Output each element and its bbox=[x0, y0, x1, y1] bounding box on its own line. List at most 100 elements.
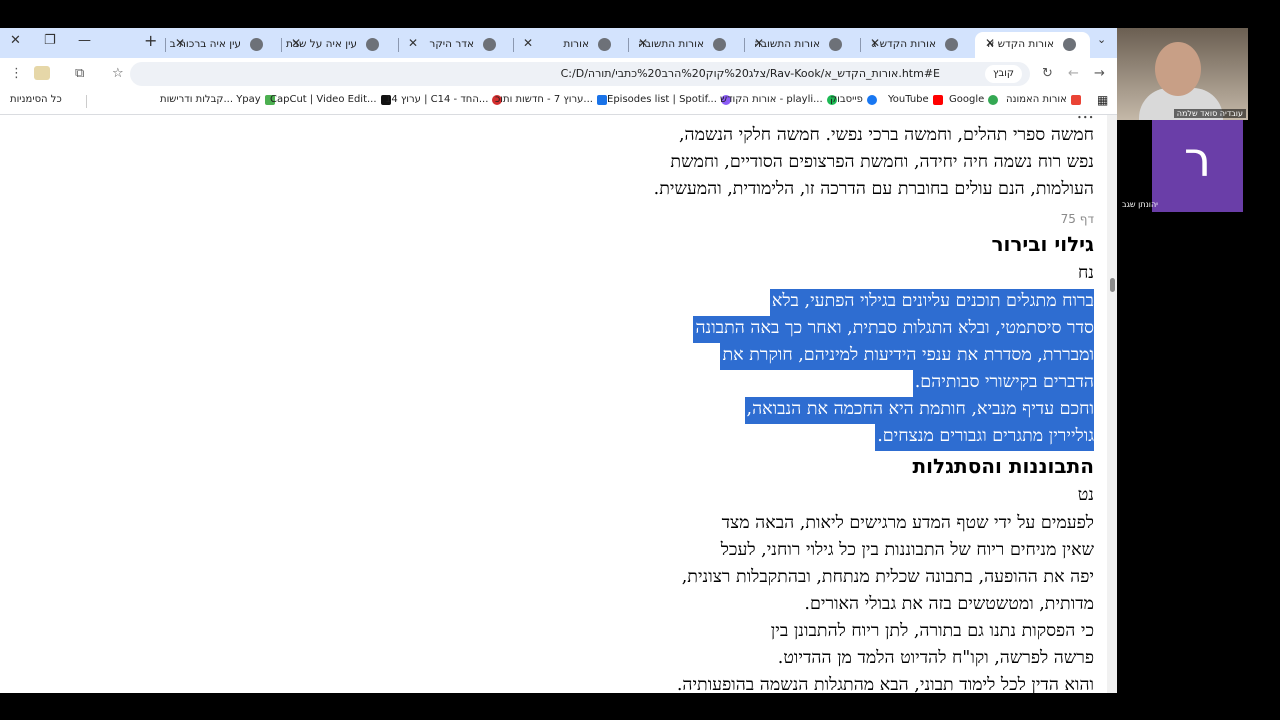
bookmark-item[interactable]: YouTube bbox=[888, 94, 943, 105]
all-bookmarks[interactable]: כל הסימניות bbox=[10, 94, 62, 105]
text-line: והוא הדין לכל לימוד תבוני, הבא מהתגלות ה… bbox=[676, 675, 1094, 693]
bookmark-label: ערוץ 14 | C14 - החד... bbox=[385, 94, 489, 105]
text-line: מדותית, ומטשטשים בזה את גבולי האורים. bbox=[804, 594, 1094, 614]
tab-4[interactable]: ✕ אורות הקדש ג bbox=[860, 32, 972, 58]
url-text: C:/D/צלג%20קוק%20הרב%20כתבי/תורה/Rav-Koo… bbox=[560, 67, 940, 80]
screen: ✕ ❐ — + ⌄ ✕ עין איה ברכות ב ✕ עין איה על… bbox=[0, 28, 1280, 693]
tab-4[interactable]: ✕ אורות התשובה bbox=[628, 32, 740, 58]
participant-avatar-tile[interactable]: ר bbox=[1152, 120, 1243, 212]
tab-search-icon[interactable]: ⌄ bbox=[1097, 33, 1106, 46]
tab-title: אדר היקר bbox=[429, 38, 474, 50]
restore-window-icon[interactable]: ❐ bbox=[44, 33, 56, 48]
tab-title: עין איה ברכות ב bbox=[169, 38, 241, 50]
globe-icon bbox=[945, 38, 958, 51]
text-line: חמשה ספרי תהלים, וחמשה ברכי נפשי. חמשה ח… bbox=[678, 125, 1094, 145]
extensions-icon[interactable]: ⧉ bbox=[75, 66, 84, 81]
bookmark-label: פייסבוק bbox=[830, 94, 863, 105]
text-line: שאין מניחים ריוח של התבוננות בין כל גילו… bbox=[720, 540, 1094, 560]
bookmark-item[interactable]: פייסבוק bbox=[830, 94, 877, 105]
page-marker: דף 75 bbox=[1060, 212, 1094, 226]
bookmark-label: Episodes list | Spotif... bbox=[607, 94, 717, 105]
bookmark-item[interactable]: קבלות ודרישות... Ypay bbox=[160, 94, 275, 105]
menu-icon[interactable]: ⋮ bbox=[10, 66, 23, 81]
avatar-initial: ר bbox=[1183, 132, 1212, 188]
close-window-icon[interactable]: ✕ bbox=[10, 33, 21, 48]
document-page: … חמשה ספרי תהלים, וחמשה ברכי נפשי. חמשה… bbox=[0, 115, 1117, 693]
tab-active[interactable]: ✕ אורות הקדש א bbox=[975, 32, 1090, 58]
tab-4[interactable]: ✕ אורות bbox=[513, 32, 625, 58]
bookmark-item[interactable]: אורות האמונה bbox=[1006, 94, 1081, 105]
minimize-window-icon[interactable]: — bbox=[78, 33, 91, 48]
text-line: העולמות, הנם עולים בחוברת עם הדרכה זו, ה… bbox=[653, 179, 1094, 199]
bookmark-label: אורות האמונה bbox=[1006, 94, 1067, 105]
close-icon[interactable]: ✕ bbox=[523, 36, 533, 50]
bookmark-label: אורות הקודש - playli... bbox=[720, 94, 823, 105]
text-line: נפש רוח נשמה חיה יחידה, וחמשת הפרצופים ה… bbox=[670, 152, 1094, 172]
tab-title: אורות התשובה bbox=[754, 38, 820, 50]
selected-text-line[interactable]: ומבררת, מסדרת את ענפי הידיעות למיניהם, ח… bbox=[720, 343, 1094, 370]
close-icon[interactable]: ✕ bbox=[408, 36, 418, 50]
bookmark-item[interactable]: אורות הקודש - playli... bbox=[720, 94, 837, 105]
selected-text-line[interactable]: וחכם עדיף מנביא, חותמת היא החכמה את הנבו… bbox=[744, 397, 1094, 424]
selected-text-line[interactable]: סדר סיסתמטי, ובלא התגלות סבתית, ואחר כך … bbox=[693, 316, 1094, 343]
text-line: פרשה לפרשה, וקו"ח להדיוט הלמד מן ההדיוט. bbox=[777, 648, 1094, 668]
tab-4[interactable]: ✕ עין איה ברכות ב bbox=[165, 32, 277, 58]
participant-face bbox=[1155, 42, 1201, 96]
tab-title: אורות הקדש ג bbox=[871, 38, 936, 50]
reload-icon[interactable]: ↻ bbox=[1042, 66, 1053, 81]
section-number: נח bbox=[1077, 263, 1094, 283]
gmail-icon bbox=[1070, 94, 1081, 105]
tab-4[interactable]: ✕ אורות התשובה bbox=[744, 32, 856, 58]
selected-text-line[interactable]: גוליירין מתגרים וגבורים מנצחים. bbox=[875, 424, 1094, 451]
participant-video[interactable]: עובדיה סואד שלמה bbox=[1117, 28, 1248, 120]
new-tab-button[interactable]: + bbox=[144, 31, 157, 50]
bookmark-item[interactable]: ערוץ 7 - חדשות ותוכ... bbox=[495, 94, 607, 105]
scrollbar[interactable] bbox=[1107, 115, 1117, 693]
bookmark-item[interactable]: Episodes list | Spotif... bbox=[607, 94, 731, 105]
arutz7-icon bbox=[596, 94, 607, 105]
text-line: יפה את ההופעה, בתבונה שכלית מנתחת, ובהתק… bbox=[681, 567, 1094, 587]
globe-icon bbox=[598, 38, 611, 51]
section-number: נט bbox=[1077, 485, 1094, 505]
globe-icon bbox=[1063, 38, 1076, 51]
bookmark-label: קבלות ודרישות... Ypay bbox=[160, 94, 261, 105]
bookmark-label: YouTube bbox=[888, 94, 929, 105]
text-line: כי הפסקות נתנו גם בתורה, לתן ריוח להתבונ… bbox=[770, 621, 1094, 641]
browser-window: ✕ ❐ — + ⌄ ✕ עין איה ברכות ב ✕ עין איה על… bbox=[0, 28, 1117, 693]
bookmark-item[interactable]: ערוץ 14 | C14 - החד... bbox=[385, 94, 503, 105]
tab-4[interactable]: ✕ אדר היקר bbox=[398, 32, 510, 58]
profile-icon[interactable] bbox=[34, 66, 50, 80]
scroll-thumb[interactable] bbox=[1110, 278, 1115, 292]
tab-4[interactable]: ✕ עין איה על שבת bbox=[281, 32, 393, 58]
participant-name: יהונתן שגב bbox=[1122, 200, 1158, 209]
bookmark-label: CapCut | Video Edit... bbox=[270, 94, 377, 105]
facebook-icon bbox=[866, 94, 877, 105]
section-title: גילוי ובירור bbox=[991, 232, 1094, 256]
toolbar: ⋮ ⧉ ☆ ⚲ C:/D/צלג%20קוק%20הרב%20כתבי/תורה… bbox=[0, 58, 1117, 89]
section-title: התבוננות והסתגלות bbox=[912, 454, 1094, 478]
file-chip[interactable]: קובץ bbox=[985, 65, 1022, 83]
apps-grid-icon[interactable]: ▦ bbox=[1097, 93, 1108, 107]
globe-icon bbox=[829, 38, 842, 51]
bookmark-label: ערוץ 7 - חדשות ותוכ... bbox=[495, 94, 593, 105]
globe-icon bbox=[366, 38, 379, 51]
participant-name: עובדיה סואד שלמה bbox=[1173, 109, 1246, 118]
forward-icon[interactable]: ← bbox=[1068, 66, 1079, 81]
selected-text-line[interactable]: ברוח מתגלים תוכנים עליונים בגילוי הפתעי,… bbox=[769, 289, 1094, 316]
bookmark-item[interactable]: Google bbox=[949, 94, 999, 105]
bookmark-item[interactable]: CapCut | Video Edit... bbox=[270, 94, 391, 105]
selected-text-line[interactable]: הדברים בקישורי סבותיהם. bbox=[912, 370, 1094, 397]
google-icon bbox=[988, 94, 999, 105]
bookmark-star-icon[interactable]: ☆ bbox=[112, 66, 124, 81]
text-line: לפעמים על ידי שטף המדע מרגישים ליאות, הב… bbox=[721, 513, 1094, 533]
globe-icon bbox=[713, 38, 726, 51]
address-bar[interactable]: C:/D/צלג%20קוק%20הרב%20כתבי/תורה/Rav-Koo… bbox=[130, 62, 1030, 86]
tab-title: אורות הקדש א bbox=[987, 38, 1054, 50]
youtube-icon bbox=[932, 94, 943, 105]
bookmark-label: Google bbox=[949, 94, 985, 105]
tab-strip: ✕ ❐ — + ⌄ ✕ עין איה ברכות ב ✕ עין איה על… bbox=[0, 28, 1117, 58]
globe-icon bbox=[250, 38, 263, 51]
video-call-panel: עובדיה סואד שלמה ר יהונתן שגב bbox=[1117, 28, 1280, 693]
back-icon[interactable]: → bbox=[1094, 66, 1105, 81]
tab-title: אורות התשובה bbox=[638, 38, 704, 50]
